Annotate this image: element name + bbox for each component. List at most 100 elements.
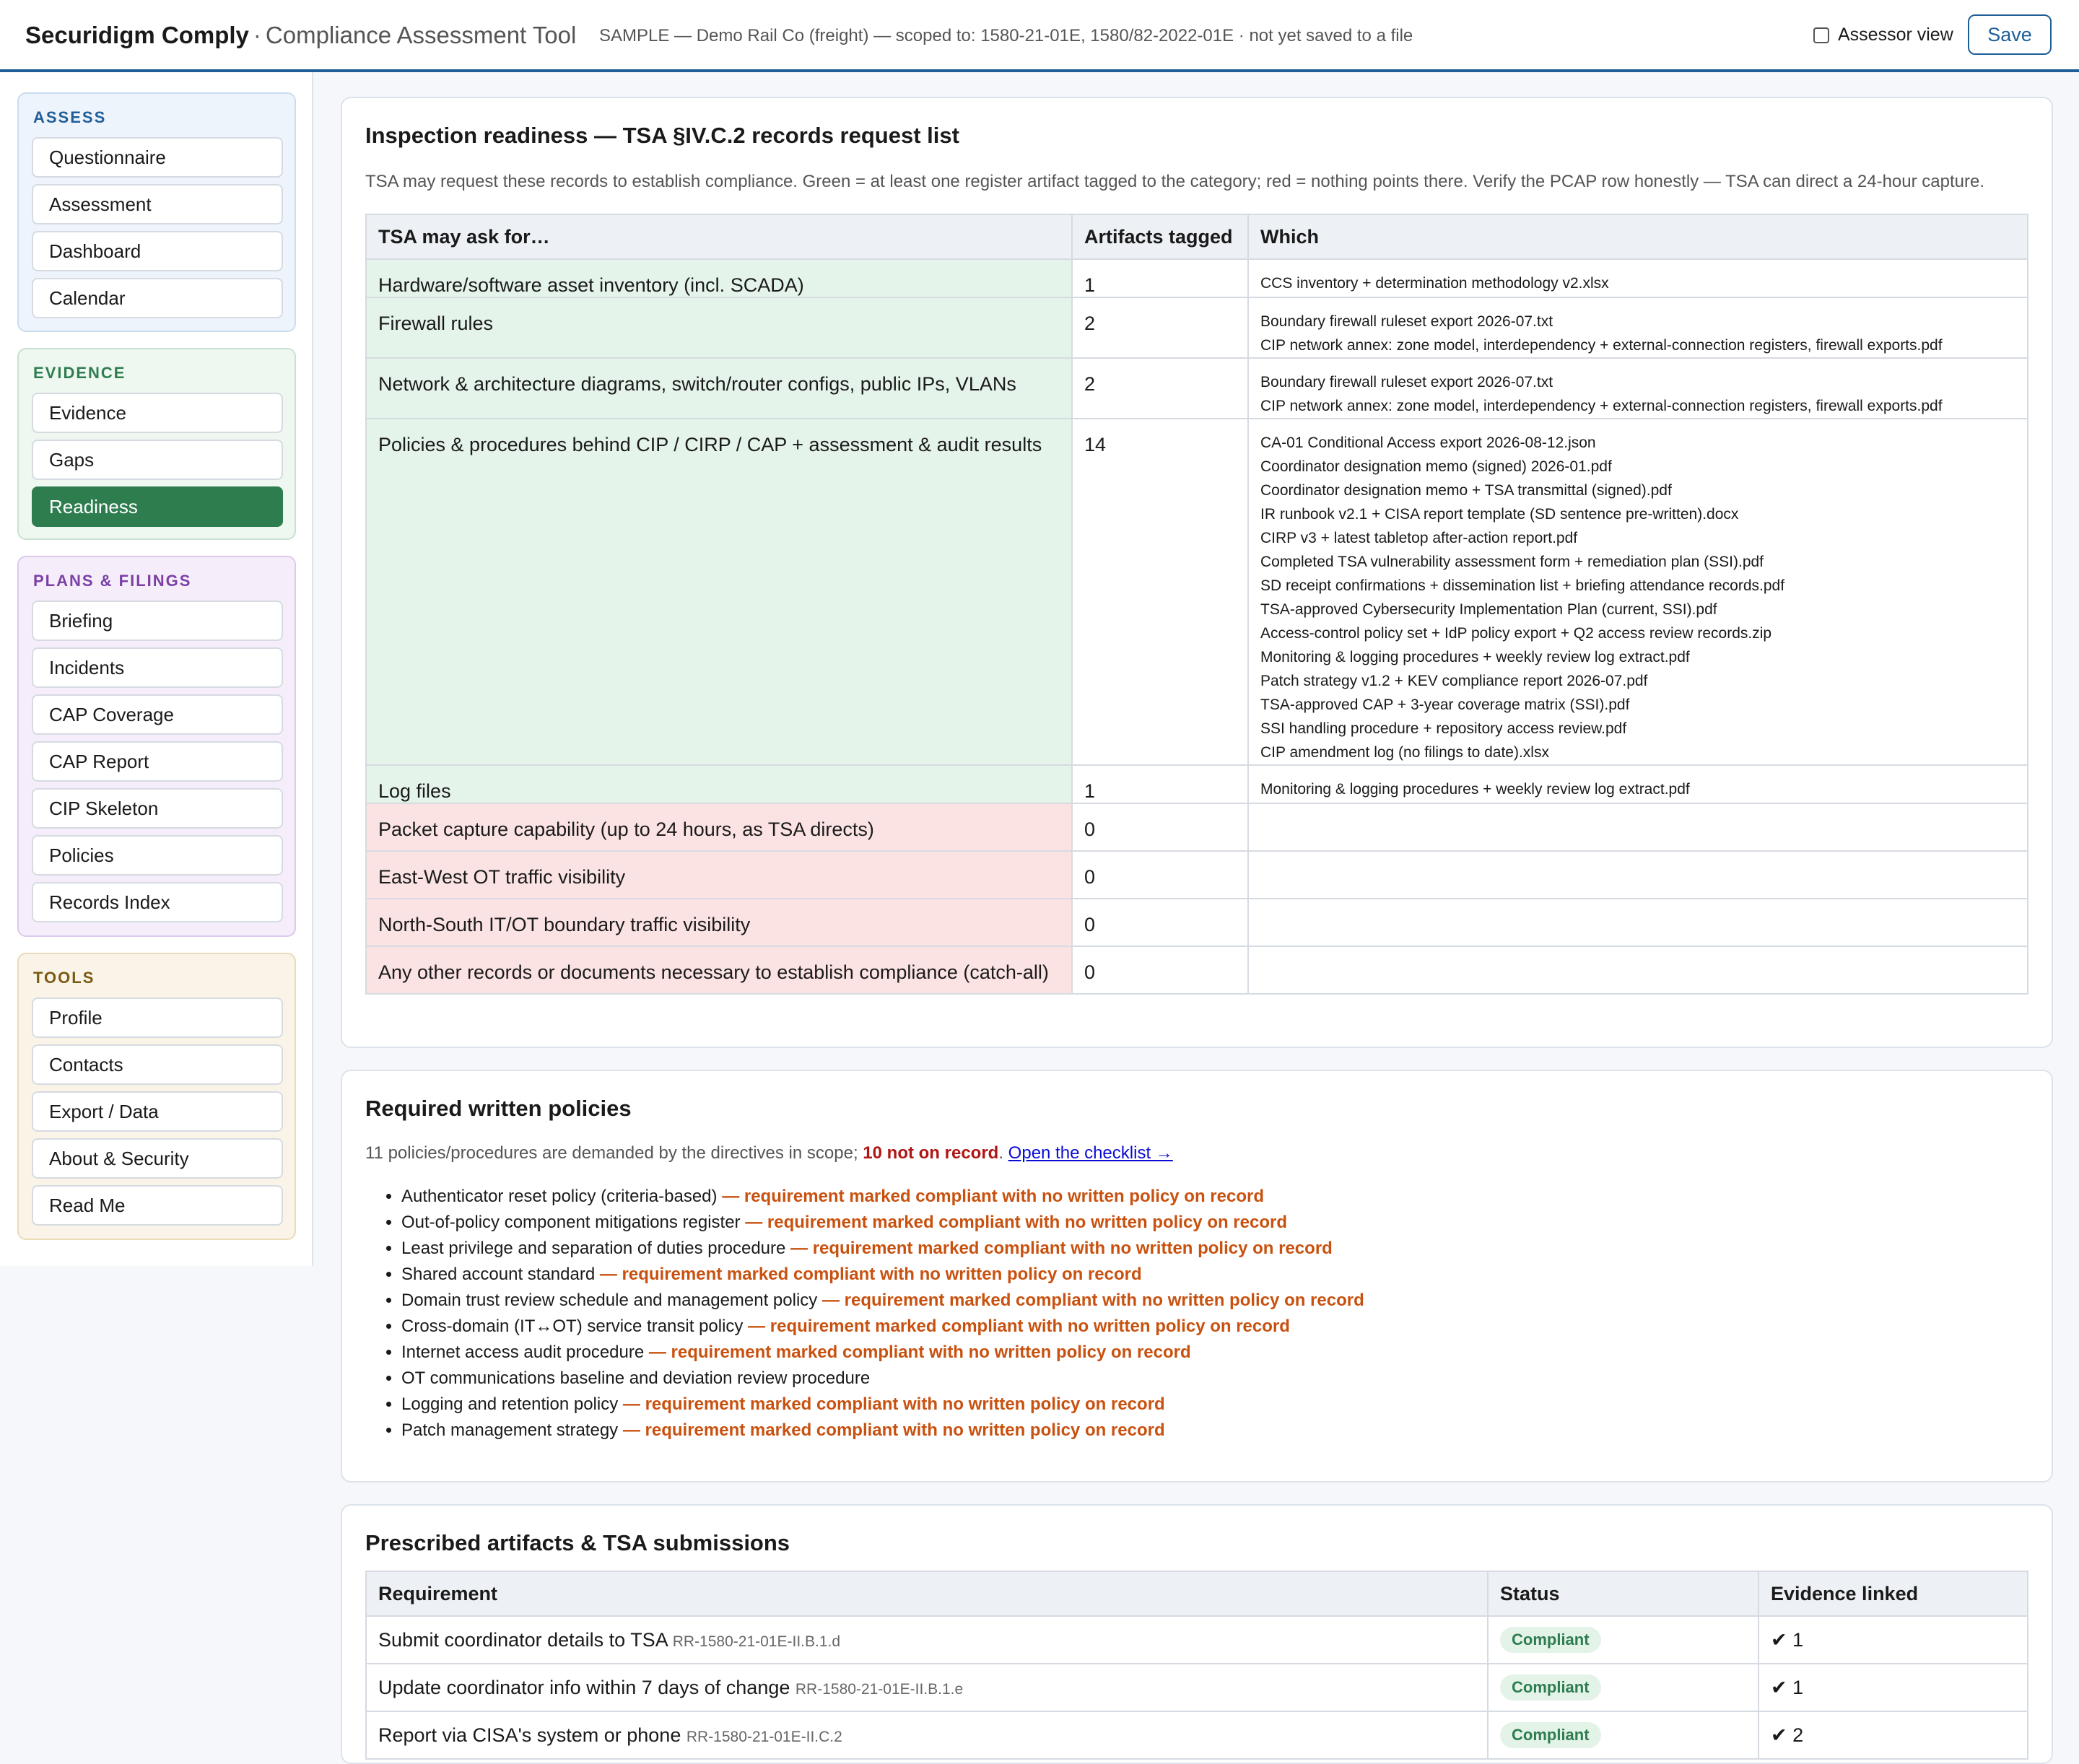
tagged-artifacts: Monitoring & logging procedures + weekly… (1247, 764, 2028, 804)
artifact-row: Submit coordinator details to TSA RR-158… (365, 1615, 2028, 1664)
artifact-file: Monitoring & logging procedures + weekly… (1260, 781, 1690, 798)
records-request-row: Policies & procedures behind CIP / CIRP … (365, 418, 2028, 766)
readiness-title: Inspection readiness — TSA §IV.C.2 recor… (365, 123, 959, 148)
status-cell: Compliant (1487, 1615, 1759, 1664)
policies-summary-text: 11 policies/procedures are demanded by t… (365, 1143, 863, 1163)
nav-item-dashboard[interactable]: Dashboard (32, 231, 283, 271)
save-button[interactable]: Save (1968, 14, 2052, 55)
assessor-view-checkbox[interactable] (1813, 27, 1829, 43)
artifact-count: 0 (1071, 946, 1249, 995)
status-cell: Compliant (1487, 1711, 1759, 1760)
nav-item-about-security[interactable]: About & Security (32, 1138, 283, 1179)
tagged-artifacts (1247, 946, 2028, 995)
nav-item-contacts[interactable]: Contacts (32, 1044, 283, 1085)
requirement-cell: Update coordinator info within 7 days of… (365, 1663, 1489, 1712)
artifacts-title: Prescribed artifacts & TSA submissions (365, 1530, 790, 1555)
policy-name: Least privilege and separation of duties… (401, 1239, 786, 1258)
artifact-file: CIP amendment log (no filings to date).x… (1260, 744, 1549, 761)
evidence-linked: ✔ 1 (1758, 1615, 2028, 1664)
nav-item-briefing[interactable]: Briefing (32, 601, 283, 641)
requirement-text: Submit coordinator details to TSA (378, 1628, 668, 1651)
policy-list: Authenticator reset policy (criteria-bas… (384, 1184, 1364, 1444)
artifacts-rows: Submit coordinator details to TSA RR-158… (365, 1615, 2028, 1760)
nav-item-readiness[interactable]: Readiness (32, 486, 283, 527)
tagged-artifacts: CA-01 Conditional Access export 2026-08-… (1247, 418, 2028, 766)
nav-item-export-data[interactable]: Export / Data (32, 1091, 283, 1132)
policies-summary: 11 policies/procedures are demanded by t… (365, 1143, 1173, 1163)
nav-item-read-me[interactable]: Read Me (32, 1185, 283, 1226)
nav-item-records-index[interactable]: Records Index (32, 882, 283, 922)
assessor-view-toggle[interactable]: Assessor view (1813, 25, 1953, 45)
policy-warning: — requirement marked compliant with no w… (748, 1317, 1290, 1336)
nav-item-incidents[interactable]: Incidents (32, 647, 283, 688)
request-category: Log files (365, 764, 1073, 804)
requirement-text: Update coordinator info within 7 days of… (378, 1676, 790, 1698)
policy-item: Internet access audit procedure — requir… (401, 1340, 1364, 1366)
status-badge: Compliant (1500, 1675, 1601, 1700)
status-cell: Compliant (1487, 1663, 1759, 1712)
request-category: Firewall rules (365, 297, 1073, 359)
artifact-file: SD receipt confirmations + dissemination… (1260, 577, 1785, 594)
nav-item-cap-report[interactable]: CAP Report (32, 741, 283, 782)
nav-item-calendar[interactable]: Calendar (32, 278, 283, 318)
artifact-file: Patch strategy v1.2 + KEV compliance rep… (1260, 673, 1648, 689)
records-request-row: Packet capture capability (up to 24 hour… (365, 803, 2028, 852)
policy-warning: — requirement marked compliant with no w… (622, 1420, 1165, 1440)
records-request-row: East-West OT traffic visibility 0 (365, 850, 2028, 899)
nav-group-tools: TOOLS Profile Contacts Export / Data Abo… (17, 953, 296, 1240)
nav-group-plans-filings: PLANS & FILINGS Briefing Incidents CAP C… (17, 556, 296, 937)
app-title: Securidigm Comply · Compliance Assessment … (25, 22, 576, 49)
tagged-artifacts (1247, 803, 2028, 852)
open-checklist-link[interactable]: Open the checklist → (1008, 1143, 1173, 1163)
policy-warning: — requirement marked compliant with no w… (648, 1342, 1191, 1362)
nav-group-evidence: EVIDENCE Evidence Gaps Readiness (17, 348, 296, 540)
status-badge: Compliant (1500, 1627, 1601, 1653)
policy-name: Out-of-policy component mitigations regi… (401, 1213, 741, 1232)
records-request-table: TSA may ask for… Artifacts tagged Which … (365, 214, 2028, 995)
requirement-ref: RR-1580-21-01E-II.C.2 (686, 1728, 842, 1745)
artifact-file: Boundary firewall ruleset export 2026-07… (1260, 374, 1553, 390)
nav-item-questionnaire[interactable]: Questionnaire (32, 137, 283, 178)
nav-group-title: EVIDENCE (33, 364, 126, 382)
artifact-file: TSA-approved Cybersecurity Implementatio… (1260, 601, 1717, 618)
evidence-linked: ✔ 2 (1758, 1711, 2028, 1760)
artifact-file: IR runbook v2.1 + CISA report template (… (1260, 506, 1739, 523)
nav-item-assessment[interactable]: Assessment (32, 184, 283, 224)
nav-item-cip-skeleton[interactable]: CIP Skeleton (32, 788, 283, 829)
records-request-row: Network & architecture diagrams, switch/… (365, 357, 2028, 419)
policy-item: Logging and retention policy — requireme… (401, 1392, 1364, 1418)
tagged-artifacts: Boundary firewall ruleset export 2026-07… (1247, 357, 2028, 419)
policies-summary-separator: . (998, 1143, 1008, 1163)
policy-name: Cross-domain (IT↔OT) service transit pol… (401, 1317, 744, 1336)
nav-item-cap-coverage[interactable]: CAP Coverage (32, 694, 283, 735)
nav-item-evidence[interactable]: Evidence (32, 393, 283, 433)
tagged-artifacts (1247, 850, 2028, 899)
artifact-count: 0 (1071, 803, 1249, 852)
artifact-row: Update coordinator info within 7 days of… (365, 1663, 2028, 1712)
policy-name: Internet access audit procedure (401, 1342, 645, 1362)
brand-separator: · (253, 22, 261, 48)
artifacts-table: Requirement Status Evidence linked Submi… (365, 1571, 2028, 1760)
policy-item: Out-of-policy component mitigations regi… (401, 1210, 1364, 1236)
policy-item: Patch management strategy — requirement … (401, 1418, 1364, 1444)
nav-item-policies[interactable]: Policies (32, 835, 283, 876)
policy-warning: — requirement marked compliant with no w… (821, 1291, 1364, 1310)
artifact-file: TSA-approved CAP + 3-year coverage matri… (1260, 697, 1630, 713)
request-category: Policies & procedures behind CIP / CIRP … (365, 418, 1073, 766)
app-subtitle: Compliance Assessment Tool (265, 22, 577, 48)
records-request-row: Hardware/software asset inventory (incl.… (365, 258, 2028, 298)
nav-item-profile[interactable]: Profile (32, 997, 283, 1038)
artifact-count: 0 (1071, 850, 1249, 899)
nav-group-title: TOOLS (33, 969, 95, 987)
column-header: TSA may ask for… (365, 214, 1073, 260)
policy-name: Domain trust review schedule and managem… (401, 1291, 818, 1310)
policy-name: Shared account standard (401, 1265, 596, 1284)
nav-item-gaps[interactable]: Gaps (32, 440, 283, 480)
policy-item: OT communications baseline and deviation… (401, 1366, 1364, 1392)
request-category: Network & architecture diagrams, switch/… (365, 357, 1073, 419)
policy-item: Cross-domain (IT↔OT) service transit pol… (401, 1314, 1364, 1340)
requirement-cell: Report via CISA's system or phone RR-158… (365, 1711, 1489, 1760)
brand-name: Securidigm Comply (25, 22, 249, 48)
prescribed-artifacts-card: Prescribed artifacts & TSA submissions R… (341, 1504, 2053, 1764)
request-category: East-West OT traffic visibility (365, 850, 1073, 899)
